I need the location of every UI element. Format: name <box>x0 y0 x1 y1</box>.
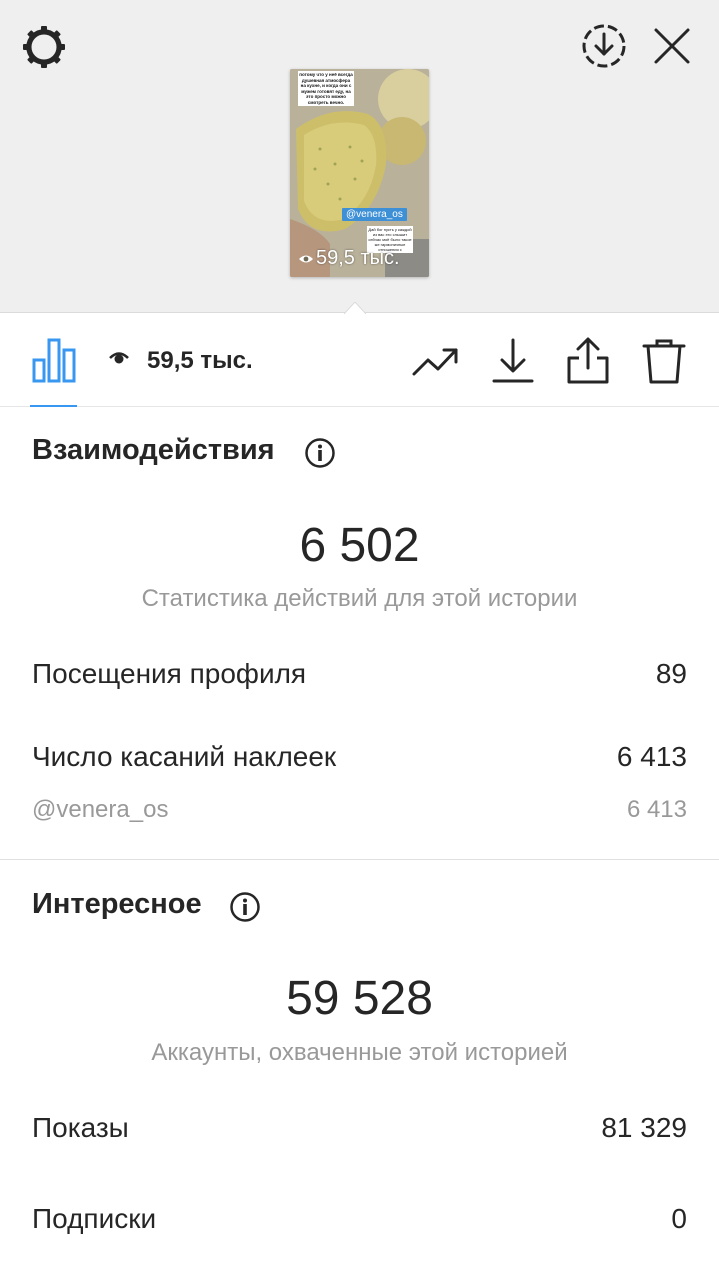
thumbnail-pointer <box>344 302 366 314</box>
discovery-title: Интересное <box>32 888 202 920</box>
download-circle-icon[interactable] <box>578 20 630 72</box>
sticker-taps-value: 6 413 <box>616 741 687 772</box>
info-icon[interactable] <box>304 437 336 469</box>
trash-icon[interactable] <box>639 336 689 386</box>
trending-up-icon[interactable] <box>410 336 460 386</box>
eye-icon <box>299 255 313 263</box>
follows-value: 0 <box>671 1203 687 1234</box>
reach-total: 59 528 <box>286 972 433 1025</box>
active-tab-underline <box>30 405 77 407</box>
eye-icon <box>109 352 129 364</box>
story-views-text: 59,5 тыс. <box>316 247 400 269</box>
story-mention-sticker: @venera_os <box>342 208 407 221</box>
gear-icon[interactable] <box>19 22 69 72</box>
story-header: потому что у неё всегда душевная атмосфе… <box>0 0 719 313</box>
story-views-overlay: 59,5 тыс. <box>298 247 400 270</box>
sticker-mention-label[interactable]: @venera_os <box>32 796 168 824</box>
interactions-total: 6 502 <box>299 519 420 572</box>
views-count: 59,5 тыс. <box>147 347 253 374</box>
profile-visits-value: 89 <box>655 658 687 689</box>
sticker-mention-value: 6 413 <box>626 796 687 823</box>
section-divider <box>0 859 719 860</box>
profile-visits-label: Посещения профиля <box>32 658 307 689</box>
impressions-label: Показы <box>32 1112 129 1143</box>
interactions-subtitle: Статистика действий для этой истории <box>141 585 578 612</box>
story-thumbnail[interactable]: потому что у неё всегда душевная атмосфе… <box>290 69 429 277</box>
info-icon[interactable] <box>229 891 261 923</box>
interactions-title: Взаимодействия <box>32 434 275 466</box>
story-caption: потому что у неё всегда душевная атмосфе… <box>298 71 354 106</box>
download-icon[interactable] <box>488 336 538 386</box>
bar-chart-icon[interactable] <box>30 336 78 384</box>
insights-toolbar: 59,5 тыс. <box>0 314 719 407</box>
impressions-value: 81 329 <box>601 1112 687 1143</box>
reach-subtitle: Аккаунты, охваченные этой историей <box>151 1039 568 1066</box>
close-icon[interactable] <box>648 22 696 70</box>
share-icon[interactable] <box>563 336 613 386</box>
follows-label: Подписки <box>32 1203 157 1234</box>
sticker-taps-label[interactable]: Число касаний наклеек <box>32 741 336 773</box>
